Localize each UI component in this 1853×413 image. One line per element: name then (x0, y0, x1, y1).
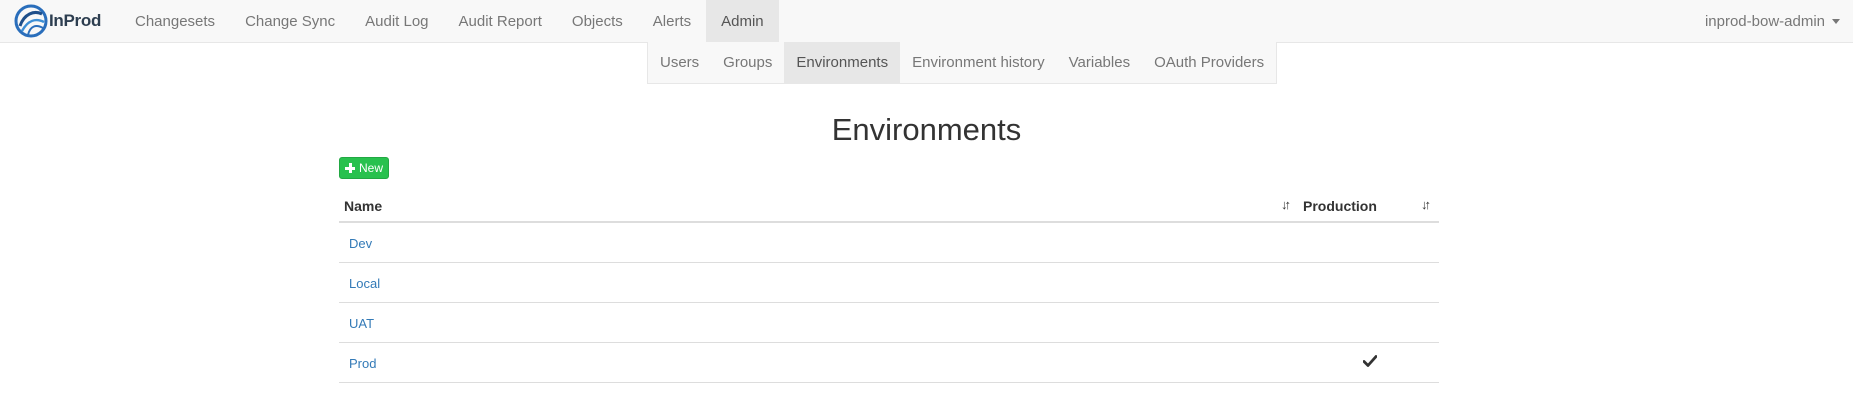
table-row: UAT (339, 303, 1439, 343)
inprod-logo-icon (14, 4, 48, 38)
nav-item-change-sync[interactable]: Change Sync (230, 0, 350, 42)
environments-table: Name ↓↑ Production ↓↑ Dev Local UAT Prod (339, 188, 1439, 383)
tab-variables[interactable]: Variables (1057, 42, 1142, 83)
top-navbar: InProd Changesets Change Sync Audit Log … (0, 0, 1853, 43)
new-environment-button[interactable]: New (339, 157, 390, 179)
tab-environments[interactable]: Environments (784, 42, 901, 83)
check-icon (1363, 355, 1377, 367)
tab-oauth-providers[interactable]: OAuth Providers (1142, 42, 1276, 83)
brand-name: InProd (49, 11, 102, 30)
user-name: inprod-bow-admin (1704, 12, 1825, 30)
nav-item-admin[interactable]: Admin (706, 0, 779, 42)
tab-environment-history[interactable]: Environment history (900, 42, 1057, 83)
brand-logo[interactable]: InProd (14, 0, 101, 42)
plus-icon (345, 163, 355, 173)
sort-icon[interactable]: ↓↑ (1281, 198, 1291, 211)
environment-link-dev[interactable]: Dev (349, 223, 372, 263)
page-title: Environments (831, 112, 1022, 147)
nav-item-objects[interactable]: Objects (557, 0, 638, 42)
tab-groups[interactable]: Groups (711, 42, 784, 83)
table-row: Prod (339, 343, 1439, 383)
nav-item-alerts[interactable]: Alerts (638, 0, 706, 42)
sort-icon[interactable]: ↓↑ (1421, 198, 1431, 211)
nav-item-audit-report[interactable]: Audit Report (444, 0, 557, 42)
user-menu[interactable]: inprod-bow-admin (1705, 0, 1840, 42)
nav-item-changesets[interactable]: Changesets (120, 0, 230, 42)
table-row: Local (339, 263, 1439, 303)
environment-link-uat[interactable]: UAT (349, 303, 374, 343)
column-header-production[interactable]: Production (1303, 188, 1377, 223)
table-row: Dev (339, 223, 1439, 263)
new-button-label: New (359, 161, 384, 175)
caret-down-icon (1832, 18, 1840, 24)
tab-users[interactable]: Users (648, 42, 711, 83)
environment-link-local[interactable]: Local (349, 263, 380, 303)
admin-subnav: Users Groups Environments Environment hi… (647, 42, 1278, 84)
main-nav: Changesets Change Sync Audit Log Audit R… (120, 0, 779, 42)
nav-item-audit-log[interactable]: Audit Log (350, 0, 443, 42)
table-header: Name ↓↑ Production ↓↑ (339, 188, 1439, 223)
environment-link-prod[interactable]: Prod (349, 343, 376, 383)
column-header-name[interactable]: Name (344, 188, 382, 223)
